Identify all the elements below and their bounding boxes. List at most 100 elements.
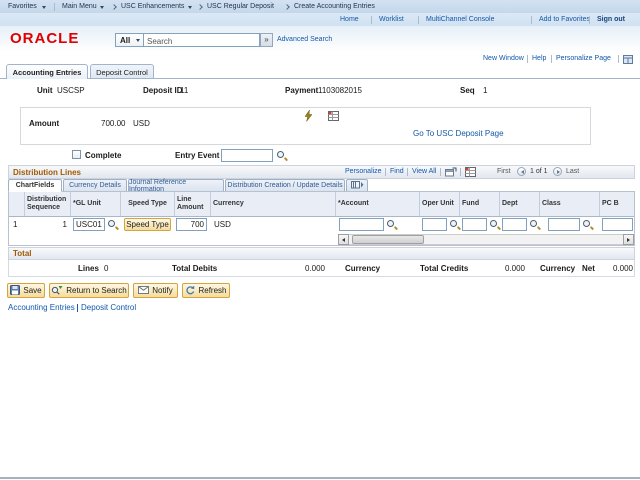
- currency2-label: Currency: [540, 264, 575, 273]
- col-fund: Fund: [460, 192, 500, 216]
- worklist-link[interactable]: Worklist: [379, 16, 404, 23]
- lookup-icon[interactable]: [489, 219, 500, 230]
- gl-unit-input[interactable]: USC01: [73, 218, 105, 231]
- tab-label: Accounting Entries: [13, 68, 82, 77]
- entry-event-input[interactable]: [221, 149, 273, 162]
- lookup-icon[interactable]: [107, 219, 118, 230]
- divider: [440, 168, 441, 176]
- amount-value: 700.00: [101, 119, 125, 128]
- divider: [385, 168, 386, 176]
- distribution-lines-title: Distribution Lines: [13, 168, 81, 177]
- col-currency: Currency: [211, 192, 336, 216]
- divider: [551, 55, 552, 63]
- dept-input[interactable]: [502, 218, 527, 231]
- return-to-search-button[interactable]: Return to Search: [49, 283, 129, 298]
- lookup-icon[interactable]: [449, 219, 460, 230]
- popup-window-icon[interactable]: [445, 167, 457, 179]
- tab-deposit-control[interactable]: Deposit Control: [90, 64, 154, 79]
- help-link[interactable]: Help: [532, 55, 546, 62]
- divider: [589, 16, 590, 24]
- tab-underline: [0, 78, 640, 79]
- prev-row-icon[interactable]: [517, 167, 526, 176]
- go-to-usc-deposit-link[interactable]: Go To USC Deposit Page: [413, 129, 504, 138]
- download-grid-icon[interactable]: [465, 167, 476, 179]
- seq-value: 1: [483, 86, 487, 95]
- dropdown-caret-icon: [136, 39, 140, 42]
- nav-last-label[interactable]: Last: [566, 168, 579, 175]
- col-dept: Dept: [500, 192, 540, 216]
- create-entries-lightning-icon[interactable]: [304, 110, 313, 124]
- pc-bus-unit-input[interactable]: [602, 218, 633, 231]
- tab-accounting-entries[interactable]: Accounting Entries: [6, 64, 88, 79]
- line-amount-input[interactable]: 700: [176, 218, 207, 231]
- breadcrumb-current-page: Create Accounting Entries: [294, 3, 375, 10]
- dropdown-caret-icon[interactable]: [188, 6, 192, 9]
- seq-label: Seq: [460, 86, 475, 95]
- new-window-link[interactable]: New Window: [483, 55, 524, 62]
- breadcrumb-usc-enhancements[interactable]: USC Enhancements: [121, 3, 184, 10]
- oper-unit-input[interactable]: [422, 218, 447, 231]
- footer-accounting-entries-link[interactable]: Accounting Entries: [8, 303, 75, 312]
- find-link[interactable]: Find: [390, 168, 404, 175]
- home-link[interactable]: Home: [340, 16, 359, 23]
- next-row-icon[interactable]: [553, 167, 562, 176]
- speed-type-button[interactable]: Speed Type: [124, 218, 171, 231]
- col-speed-type: Speed Type: [121, 192, 175, 216]
- row-currency-value: USD: [214, 220, 231, 229]
- class-input[interactable]: [548, 218, 580, 231]
- dropdown-caret-icon[interactable]: [100, 6, 104, 9]
- total-bar: [8, 247, 635, 260]
- lookup-icon[interactable]: [386, 219, 397, 230]
- unit-value: USCSP: [57, 86, 85, 95]
- refresh-button[interactable]: Refresh: [182, 283, 230, 298]
- col-account: *Account: [336, 192, 420, 216]
- total-credits-value: 0.000: [485, 264, 525, 273]
- distribution-sequence-value: 1: [39, 220, 67, 229]
- return-to-search-label: Return to Search: [66, 286, 126, 295]
- scroll-left-arrow-icon: [342, 238, 345, 242]
- personalize-link[interactable]: Personalize: [345, 168, 382, 175]
- grid-tab-chartfields[interactable]: ChartFields: [8, 179, 62, 192]
- divider: [407, 168, 408, 176]
- fund-input[interactable]: [462, 218, 487, 231]
- lookup-icon[interactable]: [529, 219, 540, 230]
- notify-button[interactable]: Notify: [133, 283, 178, 298]
- nav-first-label[interactable]: First: [497, 168, 511, 175]
- account-input[interactable]: [339, 218, 384, 231]
- save-button[interactable]: Save: [7, 283, 45, 298]
- breadcrumb-favorites[interactable]: Favorites: [8, 3, 37, 10]
- distribution-grid: Distribution Sequence *GL Unit Speed Typ…: [8, 191, 635, 246]
- refresh-icon: [185, 285, 195, 297]
- col-pc-bus-unit: PC B: [600, 192, 634, 216]
- amount-group-box: Amount 700.00 USD Go To USC Deposit Page: [20, 107, 591, 145]
- search-go-button[interactable]: »: [260, 33, 273, 47]
- search-scope-dropdown[interactable]: All: [115, 33, 144, 47]
- lookup-icon[interactable]: [582, 219, 593, 230]
- col-distribution-sequence: Distribution Sequence: [25, 192, 71, 216]
- scrollbar-thumb[interactable]: [352, 235, 424, 244]
- lookup-icon[interactable]: [276, 150, 287, 161]
- scroll-left-button[interactable]: [338, 234, 349, 245]
- window-bottom-edge: [0, 477, 640, 479]
- add-to-favorites-link[interactable]: Add to Favorites: [539, 16, 590, 23]
- complete-checkbox[interactable]: [72, 150, 81, 159]
- search-placeholder: Search: [147, 36, 172, 47]
- refresh-label: Refresh: [198, 286, 226, 295]
- breadcrumb-usc-regular-deposit[interactable]: USC Regular Deposit: [207, 3, 274, 10]
- scroll-right-button[interactable]: [623, 234, 634, 245]
- multichannel-console-link[interactable]: MultiChannel Console: [426, 16, 494, 23]
- scroll-right-arrow-icon: [627, 238, 630, 242]
- search-input[interactable]: Search: [143, 33, 260, 47]
- layout-grid-icon[interactable]: [623, 55, 633, 66]
- advanced-search-link[interactable]: Advanced Search: [277, 36, 332, 43]
- personalize-page-link[interactable]: Personalize Page: [556, 55, 611, 62]
- oracle-logo: ORACLE: [10, 30, 79, 47]
- dropdown-caret-icon[interactable]: [42, 6, 46, 9]
- breadcrumb-main-menu[interactable]: Main Menu: [62, 3, 97, 10]
- footer-deposit-control-link[interactable]: Deposit Control: [81, 303, 136, 312]
- view-all-link[interactable]: View All: [412, 168, 436, 175]
- sign-out-link[interactable]: Sign out: [597, 16, 625, 23]
- excel-grid-icon[interactable]: [328, 111, 339, 123]
- notify-label: Notify: [152, 286, 172, 295]
- complete-label: Complete: [85, 151, 121, 160]
